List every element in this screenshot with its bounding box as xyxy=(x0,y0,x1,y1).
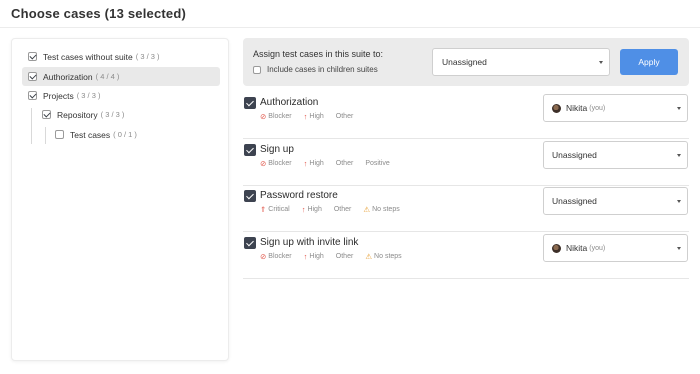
tree-item-count: ( 4 / 4 ) xyxy=(95,72,120,81)
case-name: Password restore xyxy=(260,190,338,201)
assign-bar: Assign test cases in this suite to: Incl… xyxy=(243,38,689,86)
tag-high: ↑ High xyxy=(301,205,322,214)
tree-item-count: ( 3 / 3 ) xyxy=(135,52,160,61)
tag-other: Other xyxy=(335,253,354,261)
tree-item-label: Projects xyxy=(43,90,74,101)
page-title: Choose cases (13 selected) xyxy=(11,6,187,21)
assignee-you-suffix: (you) xyxy=(589,244,606,252)
assign-title: Assign test cases in this suite to: xyxy=(253,49,384,59)
tree-item-label: Test cases without suite xyxy=(43,51,133,62)
tree-item-count: ( 3 / 3 ) xyxy=(76,91,101,100)
case-row: Sign up ⊘ Blocker ↑ High Other Positive Un… xyxy=(243,140,689,186)
tree-guide-line xyxy=(31,108,32,144)
tree-item-checkbox[interactable] xyxy=(28,91,37,100)
tag-positive: Positive xyxy=(365,160,390,168)
tree-item-test-cases[interactable]: Test cases ( 0 / 1 ) xyxy=(49,125,220,144)
assignee-name: Nikita xyxy=(566,103,588,113)
assignee-select[interactable]: Unassigned xyxy=(543,141,688,169)
avatar xyxy=(552,243,561,253)
case-row: Sign up with invite link ⊘ Blocker ↑ High … xyxy=(243,233,689,279)
blocker-icon: ⊘ xyxy=(260,112,267,121)
tree-item-authorization[interactable]: Authorization ( 4 / 4 ) xyxy=(22,67,220,86)
case-name: Sign up xyxy=(260,144,294,155)
tag-blocker: ⊘ Blocker xyxy=(260,159,292,168)
chevron-down-icon xyxy=(677,154,681,157)
assignee-name: Unassigned xyxy=(552,196,597,206)
blocker-icon: ⊘ xyxy=(260,159,267,168)
tree-guide-line xyxy=(45,127,46,144)
assignee-you-suffix: (you) xyxy=(589,104,606,112)
avatar xyxy=(552,103,561,113)
case-name: Sign up with invite link xyxy=(260,237,359,248)
tag-critical: ⇑ Critical xyxy=(260,205,290,214)
case-name: Authorization xyxy=(260,97,319,108)
double-arrow-up-icon: ⇑ xyxy=(260,205,267,214)
tag-other: Other xyxy=(333,206,352,214)
tree-item-checkbox[interactable] xyxy=(55,130,64,139)
case-checkbox[interactable] xyxy=(244,97,256,109)
tree-item-checkbox[interactable] xyxy=(42,110,51,119)
case-checkbox[interactable] xyxy=(244,237,256,249)
chevron-down-icon xyxy=(677,247,681,250)
tag-other: Other xyxy=(335,160,354,168)
arrow-up-icon: ↑ xyxy=(303,159,308,168)
case-row: Authorization ⊘ Blocker ↑ High Other Nikit… xyxy=(243,93,689,139)
tag-no-steps: ⚠ No steps xyxy=(363,205,400,214)
tree-item-projects[interactable]: Projects ( 3 / 3 ) xyxy=(22,86,220,105)
assignee-name: Nikita xyxy=(566,243,588,253)
tree-item-count: ( 3 / 3 ) xyxy=(100,110,125,119)
arrow-up-icon: ↑ xyxy=(303,112,308,121)
assign-select-value: Unassigned xyxy=(442,57,487,67)
chevron-down-icon xyxy=(599,61,603,64)
case-tags: ⊘ Blocker ↑ High Other ⚠ No steps xyxy=(260,253,414,261)
chevron-down-icon xyxy=(677,107,681,110)
apply-button[interactable]: Apply xyxy=(620,49,678,75)
tree-item-label: Authorization xyxy=(43,71,93,82)
case-tags: ⊘ Blocker ↑ High Other xyxy=(260,113,365,121)
assign-assignee-select[interactable]: Unassigned xyxy=(432,48,610,76)
tag-high: ↑ High xyxy=(303,159,324,168)
tag-high: ↑ High xyxy=(303,112,324,121)
arrow-up-icon: ↑ xyxy=(303,252,308,261)
case-row: Password restore ⇑ Critical ↑ High Other ⚠… xyxy=(243,186,689,232)
warning-icon: ⚠ xyxy=(365,252,373,261)
blocker-icon: ⊘ xyxy=(260,252,267,261)
tag-blocker: ⊘ Blocker xyxy=(260,112,292,121)
assignee-name: Unassigned xyxy=(552,150,597,160)
case-tags: ⇑ Critical ↑ High Other ⚠ No steps xyxy=(260,206,412,214)
suite-tree-panel: Test cases without suite ( 3 / 3 ) Autho… xyxy=(11,38,229,361)
assignee-select[interactable]: Nikita (you) xyxy=(543,234,688,262)
warning-icon: ⚠ xyxy=(363,205,371,214)
include-children-label: Include cases in children suites xyxy=(267,65,378,74)
tag-high: ↑ High xyxy=(303,252,324,261)
tree-item-repository[interactable]: Repository ( 3 / 3 ) xyxy=(36,105,220,124)
tag-blocker: ⊘ Blocker xyxy=(260,252,292,261)
title-divider xyxy=(0,27,700,28)
include-children-option[interactable]: Include cases in children suites xyxy=(253,65,378,74)
tree-item-checkbox[interactable] xyxy=(28,52,37,61)
tree-item-count: ( 0 / 1 ) xyxy=(113,130,137,139)
tag-other: Other xyxy=(335,113,354,121)
case-checkbox[interactable] xyxy=(244,190,256,202)
include-children-checkbox[interactable] xyxy=(253,65,261,74)
case-checkbox[interactable] xyxy=(244,144,256,156)
case-tags: ⊘ Blocker ↑ High Other Positive xyxy=(260,160,402,168)
tree-item-checkbox[interactable] xyxy=(28,72,37,81)
arrow-up-icon: ↑ xyxy=(301,205,306,214)
tree-item-test-cases-without-suite[interactable]: Test cases without suite ( 3 / 3 ) xyxy=(22,47,220,66)
tree-item-label: Test cases xyxy=(70,129,111,140)
tree-item-label: Repository xyxy=(57,109,98,120)
assignee-select[interactable]: Nikita (you) xyxy=(543,94,688,122)
tag-no-steps: ⚠ No steps xyxy=(365,252,402,261)
assignee-select[interactable]: Unassigned xyxy=(543,187,688,215)
chevron-down-icon xyxy=(677,200,681,203)
